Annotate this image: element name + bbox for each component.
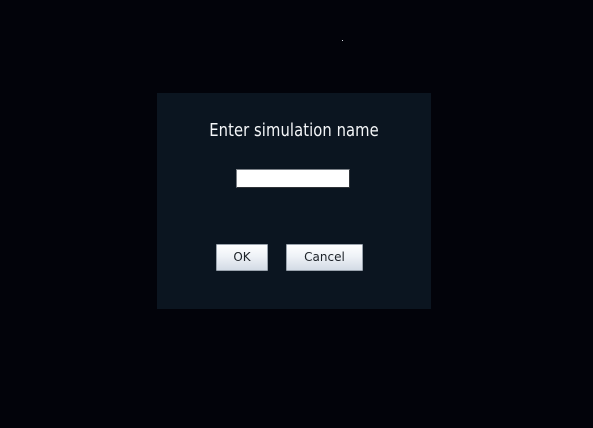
- simulation-name-input[interactable]: [236, 169, 350, 188]
- ok-button[interactable]: OK: [216, 244, 268, 271]
- cancel-button[interactable]: Cancel: [286, 244, 363, 271]
- dialog-title: Enter simulation name: [209, 120, 379, 141]
- background-star-dot: [342, 40, 343, 41]
- simulation-name-dialog: Enter simulation name OK Cancel: [157, 93, 431, 309]
